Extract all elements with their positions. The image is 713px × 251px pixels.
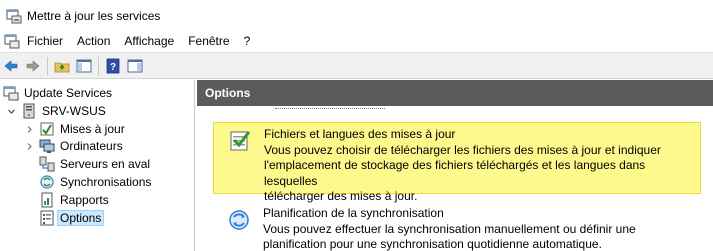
tree-item-synchronisations[interactable]: Synchronisations <box>24 173 151 191</box>
console-menu-icon[interactable] <box>4 33 20 49</box>
synchronization-icon <box>40 175 54 189</box>
tree-item-label: Mises à jour <box>60 122 125 136</box>
tree-item-mises-a-jour[interactable]: Mises à jour <box>24 120 125 138</box>
downstream-servers-icon <box>39 156 55 172</box>
menu-help[interactable]: ? <box>237 31 258 51</box>
svg-text:?: ? <box>110 62 116 73</box>
back-button[interactable] <box>0 55 22 77</box>
toolbar: ? <box>0 52 713 79</box>
action-pane-icon <box>127 59 143 72</box>
option-description: planification pour une synchronisation q… <box>263 237 602 251</box>
action-pane-button[interactable] <box>124 55 146 77</box>
tree-item-server[interactable]: SRV-WSUS <box>6 102 106 120</box>
forward-button[interactable] <box>22 55 44 77</box>
option-description: Vous pouvez effectuer la synchronisation… <box>263 221 636 236</box>
show-hide-tree-icon <box>76 59 92 72</box>
content-header: Options <box>197 80 713 106</box>
tree-item-label: Update Services <box>24 86 113 100</box>
server-icon <box>23 103 35 119</box>
up-level-button[interactable] <box>51 55 73 77</box>
options-icon <box>40 210 54 226</box>
scrolled-item-edge <box>275 106 385 109</box>
tree-item-label: SRV-WSUS <box>42 104 106 118</box>
updates-icon <box>40 122 54 136</box>
update-services-icon <box>3 86 19 101</box>
collapsed-chevron-icon[interactable] <box>24 141 34 151</box>
sync-schedule-icon <box>229 210 249 230</box>
tree-item-label: Rapports <box>60 193 109 207</box>
computers-icon <box>39 139 55 153</box>
tree-item-label: Serveurs en aval <box>60 157 151 171</box>
tree-item-rapports[interactable]: Rapports <box>24 191 109 209</box>
window-title: Mettre à jour les services <box>27 8 161 23</box>
menu-fichier[interactable]: Fichier <box>20 31 70 51</box>
tree-item-label: Ordinateurs <box>60 139 123 153</box>
option-description: Vous pouvez choisir de télécharger les f… <box>264 142 661 157</box>
menu-action[interactable]: Action <box>70 31 117 51</box>
show-hide-tree-button[interactable] <box>73 55 95 77</box>
tree-item-options[interactable]: Options <box>24 209 105 227</box>
menu-affichage[interactable]: Affichage <box>117 31 181 51</box>
option-description: l'emplacement de stockage des fichiers t… <box>264 158 646 188</box>
toolbar-separator <box>47 56 48 75</box>
update-services-icon <box>6 9 22 23</box>
tree-item-update-services[interactable]: Update Services <box>3 84 112 102</box>
tree-item-ordinateurs[interactable]: Ordinateurs <box>24 137 123 155</box>
up-folder-icon <box>54 62 70 72</box>
forward-arrow-icon <box>26 59 40 72</box>
help-icon: ? <box>106 58 120 73</box>
update-files-check-icon <box>230 131 251 151</box>
toolbar-separator <box>98 56 99 75</box>
option-update-files-languages[interactable]: Fichiers et langues des mises à jour Vou… <box>213 122 701 203</box>
option-title: Fichiers et langues des mises à jour <box>264 127 456 141</box>
collapsed-chevron-icon[interactable] <box>24 124 34 134</box>
menu-fenetre[interactable]: Fenêtre <box>181 31 236 51</box>
expanded-chevron-icon[interactable] <box>6 106 16 116</box>
menu-bar: Fichier Action Affichage Fenêtre ? <box>0 31 713 51</box>
option-synchronization-schedule[interactable]: Planification de la synchronisation Vous… <box>213 202 701 251</box>
tree-item-serveurs-en-aval[interactable]: Serveurs en aval <box>24 155 150 173</box>
back-arrow-icon <box>4 59 18 72</box>
option-title: Planification de la synchronisation <box>263 206 444 220</box>
tree-item-label: Synchronisations <box>60 175 152 189</box>
help-button[interactable]: ? <box>102 55 124 77</box>
title-bar: Mettre à jour les services <box>0 0 713 31</box>
options-content-pane: Options Fichiers et langues des mises à … <box>197 80 713 251</box>
console-tree: Update Services SRV-WSUS Mises à jour Or… <box>0 80 195 251</box>
reports-icon <box>41 192 53 208</box>
tree-item-label: Options <box>56 210 105 226</box>
